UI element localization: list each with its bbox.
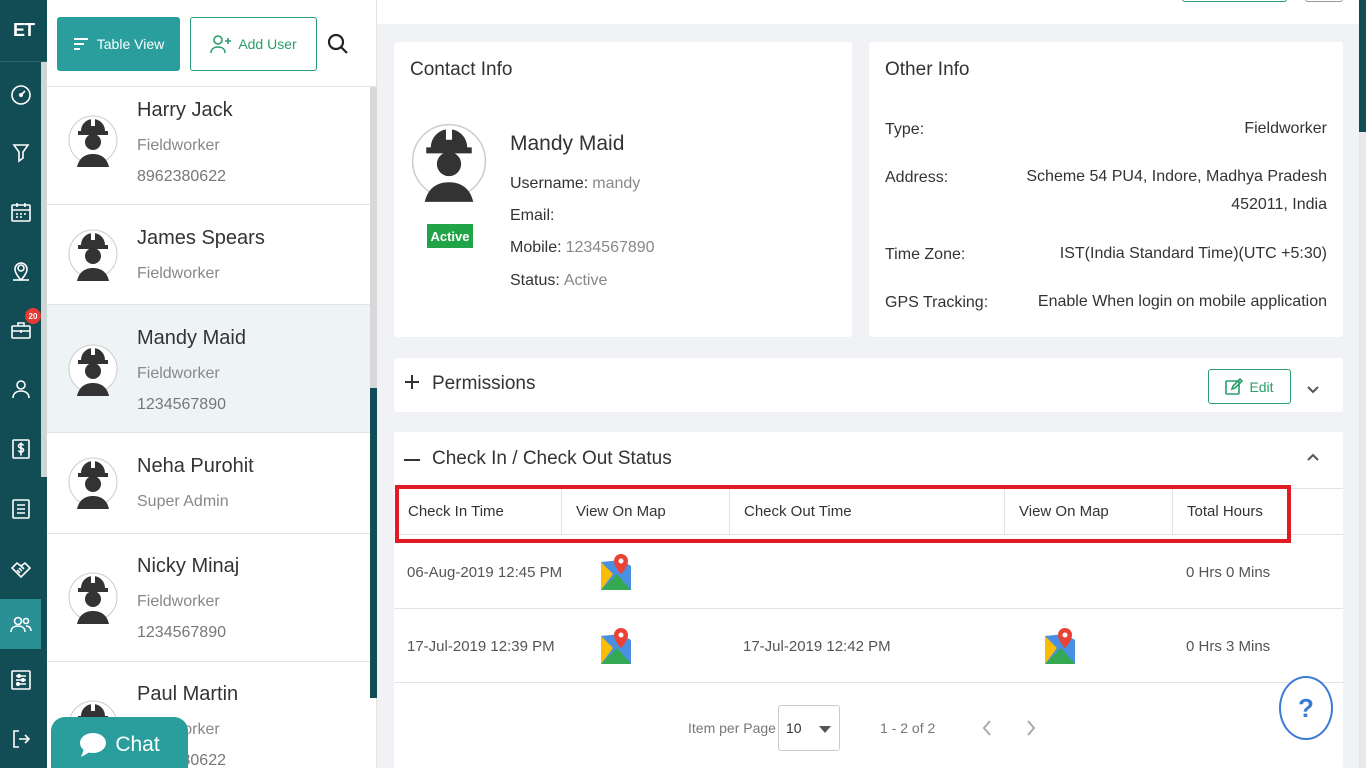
main-content: Contact Info Active Mandy Maid Username:…: [377, 0, 1366, 768]
page-range: 1 - 2 of 2: [880, 720, 936, 736]
worker-avatar-icon: [68, 457, 118, 509]
total-hours: 0 Hrs 3 Mins: [1186, 637, 1271, 655]
email-row: Email:: [510, 207, 555, 224]
chat-button[interactable]: Chat: [51, 717, 188, 768]
top-secondary-button[interactable]: [1305, 0, 1343, 2]
other-info-title: Other Info: [885, 59, 970, 80]
gps-label: GPS Tracking:: [885, 294, 989, 311]
edit-button[interactable]: Edit: [1208, 369, 1291, 404]
permissions-title: Permissions: [432, 373, 536, 394]
map-link[interactable]: [586, 609, 633, 683]
calendar-icon[interactable]: [0, 187, 41, 237]
address-label: Address:: [885, 169, 949, 186]
check-out-time: 17-Jul-2019 12:42 PM: [743, 637, 891, 655]
type-label: Type:: [885, 121, 925, 138]
worker-avatar-icon: [411, 123, 487, 202]
check-out-time: [730, 535, 743, 609]
table-row: 17-Jul-2019 12:39 PM 17-Jul-2019 12:42 P…: [394, 609, 1343, 683]
other-info-card: Other Info Type: Fieldworker Address: Sc…: [869, 42, 1343, 337]
list-item[interactable]: Nicky Minaj Fieldworker 1234567890: [47, 534, 370, 662]
main-scrollbar-thumb[interactable]: [1359, 0, 1366, 132]
main-scrollbar[interactable]: [1359, 0, 1366, 768]
user-list: Harry Jack Fieldworker 8962380622 James …: [47, 87, 370, 768]
chat-bubble-icon: [80, 732, 107, 757]
logout-icon[interactable]: [0, 714, 41, 764]
user-list-panel: Table View Add User Harry Jack Fieldwork…: [47, 0, 377, 768]
chevron-up-icon[interactable]: [1306, 450, 1320, 464]
type-value: Fieldworker: [1244, 120, 1327, 137]
dollar-icon[interactable]: [0, 424, 41, 474]
status-badge: Active: [427, 224, 473, 248]
list-item[interactable]: Harry Jack Fieldworker 8962380622: [47, 87, 370, 205]
checkin-panel: Check In / Check Out Status Check In Tim…: [394, 432, 1343, 768]
chevron-down-icon[interactable]: [1306, 383, 1320, 397]
map-link[interactable]: [586, 535, 633, 609]
list-toolbar: Table View Add User: [47, 0, 376, 87]
mobile-row: Mobile: 1234567890: [510, 239, 655, 256]
help-button[interactable]: ?: [1279, 676, 1333, 740]
items-per-page-label: Item per Page: [688, 720, 776, 736]
map-link[interactable]: [1030, 609, 1077, 683]
list-scrollbar-thumb[interactable]: [370, 388, 377, 698]
users-icon[interactable]: [0, 599, 41, 649]
table-view-button[interactable]: Table View: [57, 17, 180, 71]
map-pin-icon[interactable]: [0, 246, 41, 296]
table-row: 06-Aug-2019 12:45 PM 0 Hrs 0 Mins: [394, 535, 1343, 609]
pagination: Item per Page 10 1 - 2 of 2: [394, 682, 1343, 768]
contact-info-title: Contact Info: [410, 59, 513, 80]
map-icon[interactable]: [599, 626, 633, 666]
edit-icon: [1225, 377, 1244, 395]
check-in-time: 17-Jul-2019 12:39 PM: [407, 637, 555, 655]
chevron-right-icon[interactable]: [1024, 718, 1038, 738]
search-icon[interactable]: [327, 33, 351, 57]
minus-icon[interactable]: [404, 459, 420, 461]
funnel-icon[interactable]: [0, 128, 41, 178]
worker-avatar-icon: [68, 572, 118, 624]
list-icon[interactable]: [0, 484, 41, 534]
status-row: Status: Active: [510, 272, 608, 289]
map-icon[interactable]: [599, 552, 633, 592]
worker-avatar-icon: [68, 115, 118, 167]
settings-sliders-icon[interactable]: [0, 655, 41, 705]
contact-name: Mandy Maid: [510, 132, 625, 155]
handshake-icon[interactable]: [0, 544, 41, 594]
map-icon[interactable]: [1043, 626, 1077, 666]
timezone-value: IST(India Standard Time)(UTC +5:30): [1059, 245, 1327, 262]
list-item[interactable]: Neha Purohit Super Admin: [47, 433, 370, 534]
chevron-left-icon[interactable]: [980, 718, 994, 738]
top-action-button[interactable]: [1182, 0, 1287, 2]
app-logo[interactable]: ET: [0, 0, 47, 62]
nav-rail: ET 20: [0, 0, 47, 768]
items-per-page-select[interactable]: 10: [778, 705, 840, 751]
top-strip: [377, 0, 1366, 24]
gps-value: Enable When login on mobile application: [1037, 293, 1327, 310]
plus-icon[interactable]: [404, 374, 420, 390]
add-user-button[interactable]: Add User: [190, 17, 317, 71]
caret-down-icon: [819, 726, 831, 733]
username-row: Username: mandy: [510, 175, 641, 192]
check-in-time: 06-Aug-2019 12:45 PM: [407, 563, 563, 581]
list-item-selected[interactable]: Mandy Maid Fieldworker 1234567890: [47, 305, 370, 433]
notification-badge: 20: [25, 308, 41, 324]
total-hours: 0 Hrs 0 Mins: [1186, 563, 1271, 581]
worker-avatar-icon: [68, 344, 118, 396]
dashboard-icon[interactable]: [0, 70, 41, 120]
list-item[interactable]: James Spears Fieldworker: [47, 205, 370, 305]
timezone-label: Time Zone:: [885, 246, 966, 263]
address-value: Scheme 54 PU4, Indore, Madhya Pradesh 45…: [1026, 168, 1327, 213]
lines-icon: [73, 38, 88, 50]
checkin-title: Check In / Check Out Status: [432, 448, 672, 469]
add-person-icon: [210, 35, 232, 54]
contact-info-card: Contact Info Active Mandy Maid Username:…: [394, 42, 852, 337]
person-icon[interactable]: [0, 364, 41, 414]
permissions-panel[interactable]: Permissions Edit: [394, 358, 1343, 412]
worker-avatar-icon: [68, 229, 118, 281]
